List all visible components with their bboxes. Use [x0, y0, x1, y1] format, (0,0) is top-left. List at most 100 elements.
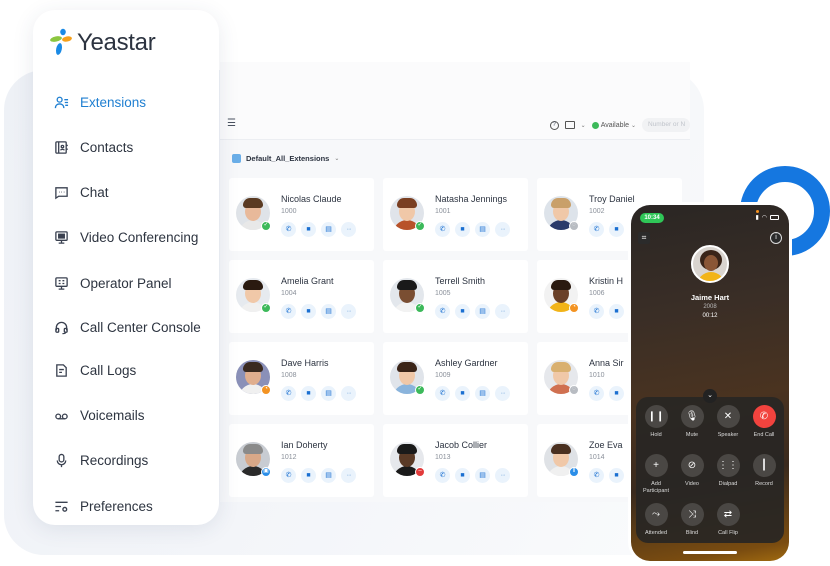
extension-card[interactable]: ✓ Terrell Smith 1005 ✆ ■ ▤ ···	[383, 260, 528, 333]
blind-button[interactable]: ⤨ Blind	[674, 503, 710, 537]
control-label: End Call	[753, 432, 775, 438]
sidebar-item-call-logs[interactable]: Call Logs	[53, 360, 136, 380]
chat-icon[interactable]: ▤	[475, 222, 490, 237]
sidebar-item-preferences[interactable]: Preferences	[53, 496, 153, 516]
call-icon[interactable]: ✆	[281, 468, 296, 483]
call-flip-button[interactable]: ⇄ Call Flip	[710, 503, 746, 537]
sidebar-item-recordings[interactable]: Recordings	[53, 450, 148, 470]
chat-icon[interactable]: ▤	[475, 304, 490, 319]
control-label: Blind	[685, 530, 699, 536]
video-call-icon[interactable]: ■	[609, 304, 624, 319]
extension-group-selector[interactable]: Default_All_Extensions ⌄	[232, 154, 339, 163]
more-icon[interactable]: ···	[341, 304, 356, 319]
extension-number: 1004	[281, 290, 297, 297]
sidebar-item-video-conferencing[interactable]: Video Conferencing	[53, 227, 198, 247]
control-label: Speaker	[717, 432, 739, 438]
sidebar-item-voicemails[interactable]: Voicemails	[53, 405, 145, 425]
chat-icon[interactable]: ▤	[321, 304, 336, 319]
call-icon[interactable]: ✆	[435, 304, 450, 319]
search-input[interactable]: Number or N	[642, 118, 690, 132]
call-icon[interactable]: ✆	[589, 468, 604, 483]
video-call-icon[interactable]: ■	[609, 468, 624, 483]
extension-card[interactable]: ✓ Ashley Gardner 1009 ✆ ■ ▤ ···	[383, 342, 528, 415]
extension-actions: ✆ ■ ▤ ···	[281, 222, 356, 237]
hold-button[interactable]: ❙❙ Hold	[638, 405, 674, 439]
call-icon[interactable]: ✆	[589, 222, 604, 237]
extension-card[interactable]: ✓ Amelia Grant 1004 ✆ ■ ▤ ···	[229, 260, 374, 333]
collapse-controls-button[interactable]: ⌄	[703, 389, 717, 403]
video-call-icon[interactable]: ■	[301, 468, 316, 483]
video-button[interactable]: ⊘ Video	[674, 454, 710, 488]
info-icon[interactable]: i	[770, 232, 782, 244]
extension-card[interactable]: ✓ Natasha Jennings 1001 ✆ ■ ▤ ···	[383, 178, 528, 251]
extension-number: 1014	[589, 454, 605, 461]
video-call-icon[interactable]: ■	[609, 386, 624, 401]
chevron-down-icon: ⌄	[630, 122, 636, 129]
video-call-icon[interactable]: ■	[301, 222, 316, 237]
more-icon[interactable]: ···	[341, 386, 356, 401]
more-icon[interactable]: ···	[495, 386, 510, 401]
call-icon[interactable]: ✆	[281, 222, 296, 237]
video-call-icon[interactable]: ■	[455, 304, 470, 319]
sidebar-item-contacts[interactable]: Contacts	[53, 137, 133, 157]
more-icon[interactable]: ···	[341, 222, 356, 237]
chat-icon[interactable]: ▤	[321, 386, 336, 401]
status-on-call-icon: ǁ	[569, 467, 579, 477]
end-call-button[interactable]: ✆ End Call	[746, 405, 782, 439]
video-call-icon[interactable]: ■	[301, 304, 316, 319]
sidebar-item-chat[interactable]: Chat	[53, 182, 109, 202]
control-label: Mute	[685, 432, 699, 438]
call-icon[interactable]: ✆	[435, 386, 450, 401]
phone-status-icons: ▮ ◠	[755, 214, 779, 221]
extension-card[interactable]: ◔ Dave Harris 1008 ✆ ■ ▤ ···	[229, 342, 374, 415]
sidebar-item-extensions[interactable]: Extensions	[53, 92, 146, 112]
call-icon[interactable]: ✆	[589, 386, 604, 401]
video-call-icon[interactable]: ■	[455, 468, 470, 483]
chat-icon[interactable]: ▤	[321, 468, 336, 483]
extension-card[interactable]: ✓ Nicolas Claude 1000 ✆ ■ ▤ ···	[229, 178, 374, 251]
speaker-button[interactable]: ✕ Speaker	[710, 405, 746, 439]
chat-icon[interactable]: ▤	[321, 222, 336, 237]
speaker-off-icon: ✕	[716, 405, 740, 428]
call-icon[interactable]: ✆	[281, 386, 296, 401]
sidebar-item-call-center-console[interactable]: Call Center Console	[53, 317, 201, 337]
video-call-icon[interactable]: ■	[455, 222, 470, 237]
more-icon[interactable]: ···	[495, 468, 510, 483]
more-icon[interactable]: ···	[495, 304, 510, 319]
extension-card[interactable]: ▣ Ian Doherty 1012 ✆ ■ ▤ ···	[229, 424, 374, 497]
extension-name: Zoe Eva	[589, 440, 623, 450]
video-call-icon[interactable]: ■	[301, 386, 316, 401]
monitor-icon[interactable]	[564, 121, 575, 129]
more-icon[interactable]: ···	[341, 468, 356, 483]
group-icon	[232, 154, 241, 163]
status-available-icon: ✓	[415, 303, 425, 313]
menu-toggle-icon[interactable]: ☰	[227, 119, 237, 129]
control-label: Video	[685, 481, 699, 487]
sidebar-item-operator-panel[interactable]: Operator Panel	[53, 273, 172, 293]
minimize-screen-icon[interactable]: ⌗	[638, 232, 650, 244]
record-button[interactable]: ┃ Record	[746, 454, 782, 488]
call-icon[interactable]: ✆	[589, 304, 604, 319]
presence-status-dropdown[interactable]: Available ⌄	[591, 121, 636, 129]
help-icon[interactable]: ?	[549, 120, 559, 130]
control-label: Call Flip	[718, 530, 738, 536]
dialpad-button[interactable]: ⋮⋮ Dialpad	[710, 454, 746, 488]
more-icon[interactable]: ···	[495, 222, 510, 237]
status-do-not-disturb-icon: –	[415, 467, 425, 477]
microphone-icon: 🎙	[680, 405, 704, 428]
video-call-icon[interactable]: ■	[455, 386, 470, 401]
chat-icon[interactable]: ▤	[475, 468, 490, 483]
chevron-down-icon[interactable]: ⌄	[581, 122, 586, 129]
extension-card[interactable]: – Jacob Collier 1013 ✆ ■ ▤ ···	[383, 424, 528, 497]
add-participant-button[interactable]: + Add Participant	[638, 454, 674, 495]
sidebar-item-label: Extensions	[80, 94, 147, 110]
call-icon[interactable]: ✆	[435, 468, 450, 483]
mute-button[interactable]: 🎙 Mute	[674, 405, 710, 439]
control-label: Add Participant	[643, 481, 669, 494]
sidebar: Yeastar Extensions Contacts Chat Video Conf…	[33, 10, 219, 525]
video-call-icon[interactable]: ■	[609, 222, 624, 237]
chat-icon[interactable]: ▤	[475, 386, 490, 401]
call-icon[interactable]: ✆	[281, 304, 296, 319]
call-icon[interactable]: ✆	[435, 222, 450, 237]
attended-button[interactable]: ⤳ Attended	[638, 503, 674, 537]
